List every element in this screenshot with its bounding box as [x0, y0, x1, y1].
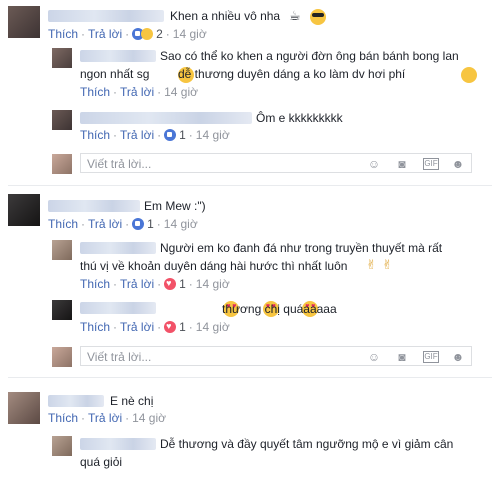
like-link[interactable]: Thích	[80, 128, 110, 142]
avatar[interactable]	[8, 6, 40, 38]
smile-emoji	[460, 66, 477, 83]
reply-link[interactable]: Trả lời	[120, 277, 154, 291]
comment-text: Em Mew :")	[144, 199, 206, 213]
like-link[interactable]: Thích	[80, 320, 110, 334]
comment-text: Người em ko đanh đá như trong truyền thu…	[160, 241, 443, 255]
comment-actions: Thích · Trả lời · 1 · 14 giờ	[80, 319, 230, 334]
comment-text-cont: dễ thương duyên dáng a ko làm dv hơi phí	[178, 67, 406, 81]
comment-text: thương chị quáaaaaa	[222, 302, 337, 316]
avatar[interactable]	[8, 194, 40, 226]
gif-icon[interactable]: GIF	[423, 158, 439, 170]
reply-input[interactable]: Viết trả lời... ☺ ◙ GIF ☻	[80, 153, 472, 173]
love-reaction-icon[interactable]	[164, 319, 177, 333]
reply-link[interactable]: Trả lời	[120, 85, 154, 99]
like-link[interactable]: Thích	[80, 85, 110, 99]
reaction-count[interactable]: 2	[156, 27, 163, 41]
emoji-icon[interactable]: ☺	[367, 350, 381, 364]
avatar[interactable]	[52, 240, 72, 260]
commenter-name[interactable]	[48, 395, 104, 407]
divider	[8, 377, 492, 378]
commenter-name[interactable]	[80, 112, 252, 124]
like-reaction-icon[interactable]	[164, 129, 177, 141]
avatar[interactable]	[52, 48, 72, 68]
sticker-icon[interactable]: ☻	[451, 157, 465, 171]
comment-actions: Thích · Trả lời · 14 giờ	[80, 85, 198, 99]
comment-actions: Thích · Trả lời · 1 · 14 giờ	[80, 128, 230, 142]
reply-link[interactable]: Trả lời	[88, 411, 122, 425]
coffee-emoji: ☕	[289, 8, 301, 23]
like-reaction-icon[interactable]	[132, 218, 145, 230]
current-user-avatar	[52, 347, 72, 367]
reaction-count[interactable]: 1	[179, 277, 186, 291]
camera-icon[interactable]: ◙	[395, 157, 409, 171]
commenter-name[interactable]	[80, 242, 156, 254]
like-link[interactable]: Thích	[48, 27, 78, 41]
reply-link[interactable]: Trả lời	[120, 128, 154, 142]
timestamp[interactable]: 14 giờ	[173, 27, 207, 41]
commenter-name[interactable]	[80, 302, 156, 314]
comment-actions: Thích · Trả lời · 1 · 14 giờ	[48, 217, 198, 231]
emoji-icon[interactable]: ☺	[367, 157, 381, 171]
timestamp[interactable]: 14 giờ	[196, 320, 230, 334]
comment-text: Sao có thể ko khen a người đờn ông bán b…	[160, 49, 459, 63]
victory-hand-emoji: ✌	[382, 257, 393, 272]
sunglasses-emoji	[310, 8, 326, 25]
timestamp[interactable]: 14 giờ	[196, 277, 230, 291]
commenter-name[interactable]	[48, 200, 140, 212]
comment-text-cont: thú vị về khoản duyên dáng hài hước thì …	[80, 259, 348, 273]
comment-actions: Thích · Trả lời · 2 · 14 giờ	[48, 27, 207, 41]
reply-input[interactable]: Viết trả lời... ☺ ◙ GIF ☻	[80, 346, 472, 366]
commenter-name[interactable]	[48, 10, 164, 22]
comment-text: Ôm e kkkkkkkkk	[256, 111, 343, 125]
comment-text: E nè chị	[110, 394, 154, 408]
reply-link[interactable]: Trả lời	[88, 27, 122, 41]
current-user-avatar	[52, 154, 72, 174]
avatar[interactable]	[8, 392, 40, 424]
reaction-count[interactable]: 1	[179, 128, 186, 142]
comment-actions: Thích · Trả lời · 14 giờ	[48, 411, 166, 425]
comment-actions: Thích · Trả lời · 1 · 14 giờ	[80, 276, 230, 291]
reaction-count[interactable]: 1	[179, 320, 186, 334]
avatar[interactable]	[52, 110, 72, 130]
reply-link[interactable]: Trả lời	[120, 320, 154, 334]
timestamp[interactable]: 14 giờ	[164, 85, 198, 99]
comment-text: Dễ thương và đầy quyết tâm ngưỡng mộ e v…	[160, 437, 454, 451]
reply-link[interactable]: Trả lời	[88, 217, 122, 231]
love-reaction-icon[interactable]	[164, 276, 177, 290]
comment-text-cont: ngon nhất sg	[80, 67, 150, 81]
like-link[interactable]: Thích	[48, 217, 78, 231]
commenter-name[interactable]	[80, 438, 156, 450]
gif-icon[interactable]: GIF	[423, 351, 439, 363]
divider	[8, 185, 492, 186]
like-link[interactable]: Thích	[48, 411, 78, 425]
haha-reaction-icon[interactable]	[141, 28, 154, 40]
avatar[interactable]	[52, 436, 72, 456]
sticker-icon[interactable]: ☻	[451, 350, 465, 364]
commenter-name[interactable]	[80, 50, 156, 62]
avatar[interactable]	[52, 300, 72, 320]
like-link[interactable]: Thích	[80, 277, 110, 291]
timestamp[interactable]: 14 giờ	[196, 128, 230, 142]
timestamp[interactable]: 14 giờ	[164, 217, 198, 231]
comment-text-cont: quá giỏi	[80, 455, 123, 469]
victory-hand-emoji: ✌	[366, 257, 377, 272]
reaction-count[interactable]: 1	[147, 217, 154, 231]
comment-text: Khen a nhiều vô nha	[170, 9, 281, 23]
timestamp[interactable]: 14 giờ	[132, 411, 166, 425]
camera-icon[interactable]: ◙	[395, 350, 409, 364]
